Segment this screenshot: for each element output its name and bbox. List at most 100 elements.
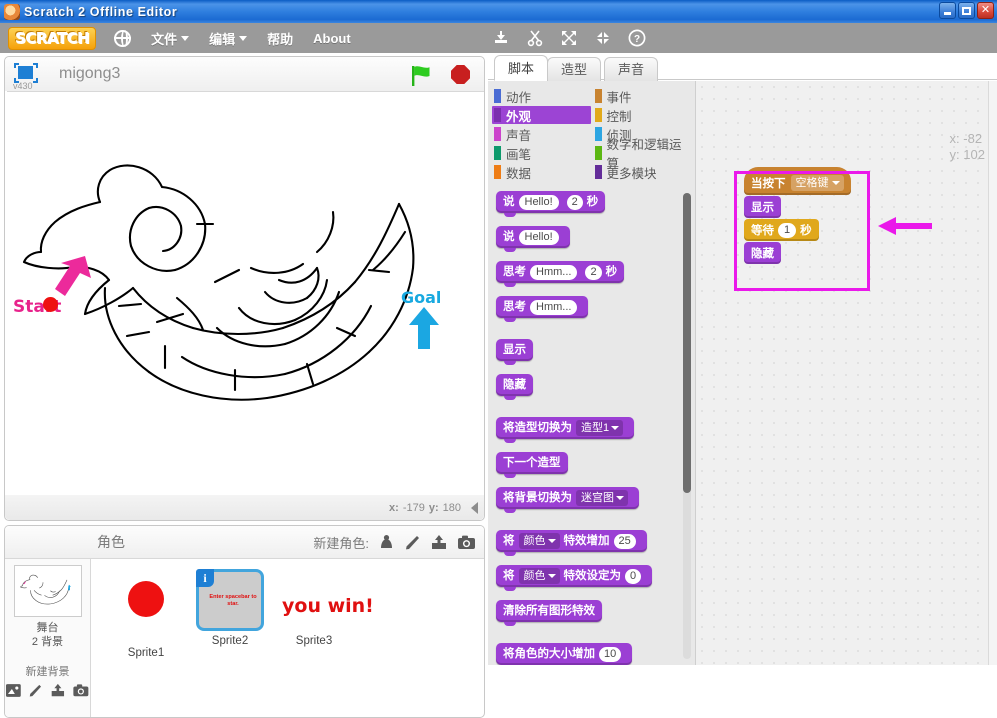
- block-text-input[interactable]: Hmm...: [530, 299, 578, 315]
- tab-sounds[interactable]: 声音: [604, 57, 659, 81]
- category-pen[interactable]: 画笔: [492, 144, 591, 162]
- block-text-input[interactable]: Hello!: [518, 229, 559, 245]
- green-flag-icon[interactable]: [410, 65, 434, 87]
- script-block-wait-secs[interactable]: 等待 1 秒: [744, 219, 819, 241]
- block-number-input[interactable]: 2: [585, 264, 602, 280]
- costume-dropdown[interactable]: 造型1: [576, 420, 624, 436]
- mouse-x-label: x:: [389, 501, 399, 514]
- new-sprite-library-icon[interactable]: [378, 534, 395, 551]
- block-text-input[interactable]: Hmm...: [530, 264, 578, 280]
- palette-scrollbar-thumb[interactable]: [683, 193, 691, 493]
- stage-selector[interactable]: 舞台 2 背景 新建背景: [5, 559, 91, 717]
- sprite-info-icon[interactable]: i: [196, 569, 214, 587]
- upload-sprite-icon[interactable]: [430, 534, 448, 551]
- effect-dropdown[interactable]: 颜色: [518, 568, 560, 584]
- workspace: v430 migong3 Start Goal x: -179 y: 180 角…: [0, 53, 997, 718]
- camera-backdrop-icon[interactable]: [72, 683, 90, 698]
- palette-block-show[interactable]: 显示: [496, 339, 533, 365]
- menu-help[interactable]: 帮助: [267, 29, 293, 48]
- palette-block-say[interactable]: 说 Hello!: [496, 226, 570, 252]
- window-controls: ✕: [939, 2, 994, 19]
- category-looks[interactable]: 外观: [492, 106, 591, 124]
- menu-about[interactable]: About: [313, 31, 351, 46]
- menu-file[interactable]: 文件: [151, 29, 190, 48]
- scripts-canvas[interactable]: x: -82 y: 102 当按下 空格键 显示 等待 1 秒 隐藏: [695, 81, 997, 665]
- chevron-down-icon: [239, 35, 248, 41]
- sprite3-name: Sprite3: [295, 635, 333, 647]
- palette-block-change-effect[interactable]: 将 颜色 特效增加 25: [496, 530, 647, 556]
- category-more-blocks[interactable]: 更多模块: [593, 163, 692, 181]
- globe-icon[interactable]: [114, 29, 132, 47]
- upload-backdrop-icon[interactable]: [49, 683, 67, 698]
- menu-edit[interactable]: 编辑: [209, 29, 248, 48]
- sprite-list: Sprite1 i Enter spacebar to star. Sprite…: [93, 559, 484, 717]
- category-swatch: [594, 146, 602, 160]
- stamp-duplicate-icon[interactable]: [492, 29, 510, 47]
- category-swatch: [494, 165, 501, 179]
- category-more-blocks-label: 更多模块: [606, 166, 657, 181]
- new-backdrop-library-icon[interactable]: [5, 683, 22, 698]
- paint-new-backdrop-icon[interactable]: [28, 683, 43, 698]
- scissors-delete-icon[interactable]: [526, 29, 544, 47]
- category-sound[interactable]: 声音: [492, 125, 591, 143]
- effect-dropdown[interactable]: 颜色: [518, 533, 560, 549]
- close-icon[interactable]: ✕: [977, 2, 994, 19]
- palette-block-clear-effects[interactable]: 清除所有图形特效: [496, 600, 602, 626]
- palette-block-think-for-secs[interactable]: 思考 Hmm... 2 秒: [496, 261, 625, 287]
- sprite-cell-sprite3[interactable]: you win! Sprite3: [275, 565, 374, 717]
- category-events[interactable]: 事件: [593, 87, 692, 105]
- sprite-x-value: -82: [963, 131, 983, 146]
- backdrop-dropdown[interactable]: 迷宫图: [576, 490, 628, 506]
- key-dropdown[interactable]: 空格键: [790, 175, 844, 191]
- palette-block-switch-backdrop[interactable]: 将背景切换为 迷宫图: [496, 487, 639, 513]
- stage-canvas[interactable]: Start Goal: [7, 91, 484, 495]
- stop-button-icon[interactable]: [451, 65, 470, 84]
- block-number-input[interactable]: 1: [778, 222, 797, 238]
- scratch-logo[interactable]: SCRATCH: [8, 26, 97, 50]
- project-name[interactable]: migong3: [59, 65, 120, 83]
- paint-new-sprite-icon[interactable]: [404, 534, 421, 551]
- minimize-icon[interactable]: [939, 2, 956, 19]
- palette-block-hide[interactable]: 隐藏: [496, 374, 533, 400]
- palette-block-set-effect[interactable]: 将 颜色 特效设定为 0: [496, 565, 653, 591]
- collapse-stage-icon[interactable]: [471, 501, 478, 514]
- block-text-input[interactable]: Hello!: [518, 194, 559, 210]
- category-data[interactable]: 数据: [492, 163, 591, 181]
- block-number-input[interactable]: 25: [613, 533, 636, 549]
- script-stack[interactable]: 当按下 空格键 显示 等待 1 秒 隐藏: [744, 167, 851, 265]
- palette-block-say-for-secs[interactable]: 说 Hello! 2 秒: [496, 191, 606, 217]
- new-backdrop-label: 新建背景: [25, 666, 70, 678]
- category-control[interactable]: 控制: [593, 106, 692, 124]
- palette-block-change-size[interactable]: 将角色的大小增加 10: [496, 643, 633, 665]
- help-icon[interactable]: ?: [628, 29, 646, 47]
- block-label: 显示: [751, 202, 774, 214]
- script-block-show[interactable]: 显示: [744, 196, 781, 218]
- sprite-cell-sprite1[interactable]: Sprite1: [107, 565, 185, 717]
- scripts-vertical-scrollbar[interactable]: [988, 81, 997, 665]
- script-block-when-key-pressed[interactable]: 当按下 空格键: [744, 167, 851, 195]
- palette-block-next-costume[interactable]: 下一个造型: [496, 452, 568, 478]
- pink-arrow-annotation: [878, 217, 932, 235]
- palette-block-switch-costume[interactable]: 将造型切换为 造型1: [496, 417, 635, 443]
- maximize-icon[interactable]: [958, 2, 975, 19]
- grow-icon[interactable]: [560, 29, 578, 47]
- script-block-hide[interactable]: 隐藏: [744, 242, 781, 264]
- palette-scrollbar[interactable]: [683, 193, 691, 659]
- category-swatch: [494, 146, 501, 160]
- sprite2-name: Sprite2: [211, 635, 249, 647]
- block-number-input[interactable]: 0: [625, 568, 642, 584]
- block-number-input[interactable]: 2: [566, 194, 583, 210]
- stage-header: v430 migong3: [5, 57, 484, 91]
- category-motion[interactable]: 动作: [492, 87, 591, 105]
- block-number-input[interactable]: 10: [599, 646, 622, 662]
- tab-scripts[interactable]: 脚本: [494, 55, 549, 81]
- camera-sprite-icon[interactable]: [457, 534, 476, 551]
- sprite-coordinates: x: -82 y: 102: [950, 131, 985, 163]
- category-operators[interactable]: 数字和逻辑运算: [593, 138, 692, 171]
- palette-block-think[interactable]: 思考 Hmm...: [496, 296, 589, 322]
- menu-file-label: 文件: [151, 31, 178, 47]
- tab-costumes[interactable]: 造型: [547, 57, 602, 81]
- block-palette[interactable]: 动作 事件 外观 控制 声音 侦测 画笔 数字和逻辑运算 数据 更多模块 说 H…: [488, 81, 695, 665]
- shrink-icon[interactable]: [594, 29, 612, 47]
- sprite-cell-sprite2[interactable]: i Enter spacebar to star. Sprite2: [191, 565, 269, 717]
